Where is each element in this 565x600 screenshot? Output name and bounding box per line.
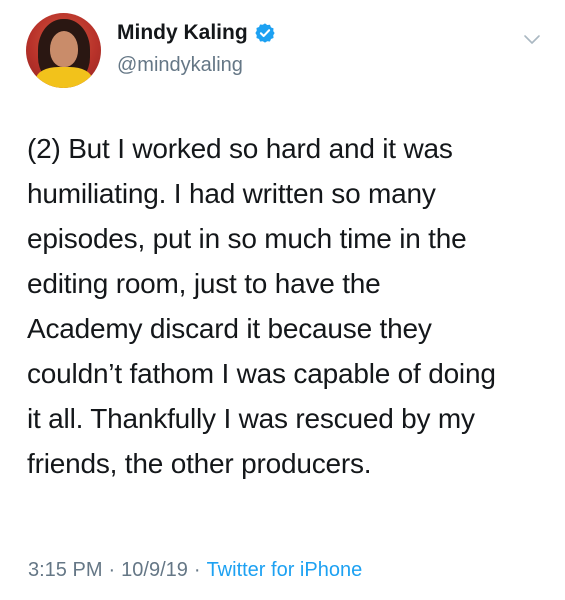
tweet-card: Mindy Kaling @mindykaling (2) But I work…	[0, 0, 565, 600]
meta-separator: ·	[193, 559, 201, 581]
meta-separator: ·	[108, 559, 116, 581]
tweet-line: editing room, just to have the	[27, 268, 381, 299]
verified-badge-icon	[254, 22, 276, 44]
author-name[interactable]: Mindy Kaling	[117, 20, 248, 46]
tweet-text: (2) But I worked so hard and it was humi…	[27, 126, 547, 486]
avatar-face	[50, 31, 78, 67]
tweet-line: it all. Thankfully I was rescued by my	[27, 403, 475, 434]
tweet-line: Academy discard it because they	[27, 313, 432, 344]
tweet-line: friends, the other producers.	[27, 448, 372, 479]
tweet-date[interactable]: 10/9/19	[121, 557, 188, 583]
avatar-shirt	[36, 67, 92, 88]
tweet-meta: 3:15 PM · 10/9/19 · Twitter for iPhone	[28, 557, 362, 583]
tweet-source-link[interactable]: Twitter for iPhone	[207, 557, 363, 583]
tweet-line: (2) But I worked so hard and it was	[27, 133, 453, 164]
tweet-line: couldn’t fathom I was capable of doing	[27, 358, 496, 389]
tweet-line: humiliating. I had written so many	[27, 178, 436, 209]
chevron-down-icon[interactable]	[523, 33, 541, 45]
author-name-row[interactable]: Mindy Kaling	[117, 20, 276, 46]
author-handle[interactable]: @mindykaling	[117, 53, 243, 77]
avatar[interactable]	[26, 13, 101, 88]
tweet-time[interactable]: 3:15 PM	[28, 557, 102, 583]
tweet-line: episodes, put in so much time in the	[27, 223, 467, 254]
